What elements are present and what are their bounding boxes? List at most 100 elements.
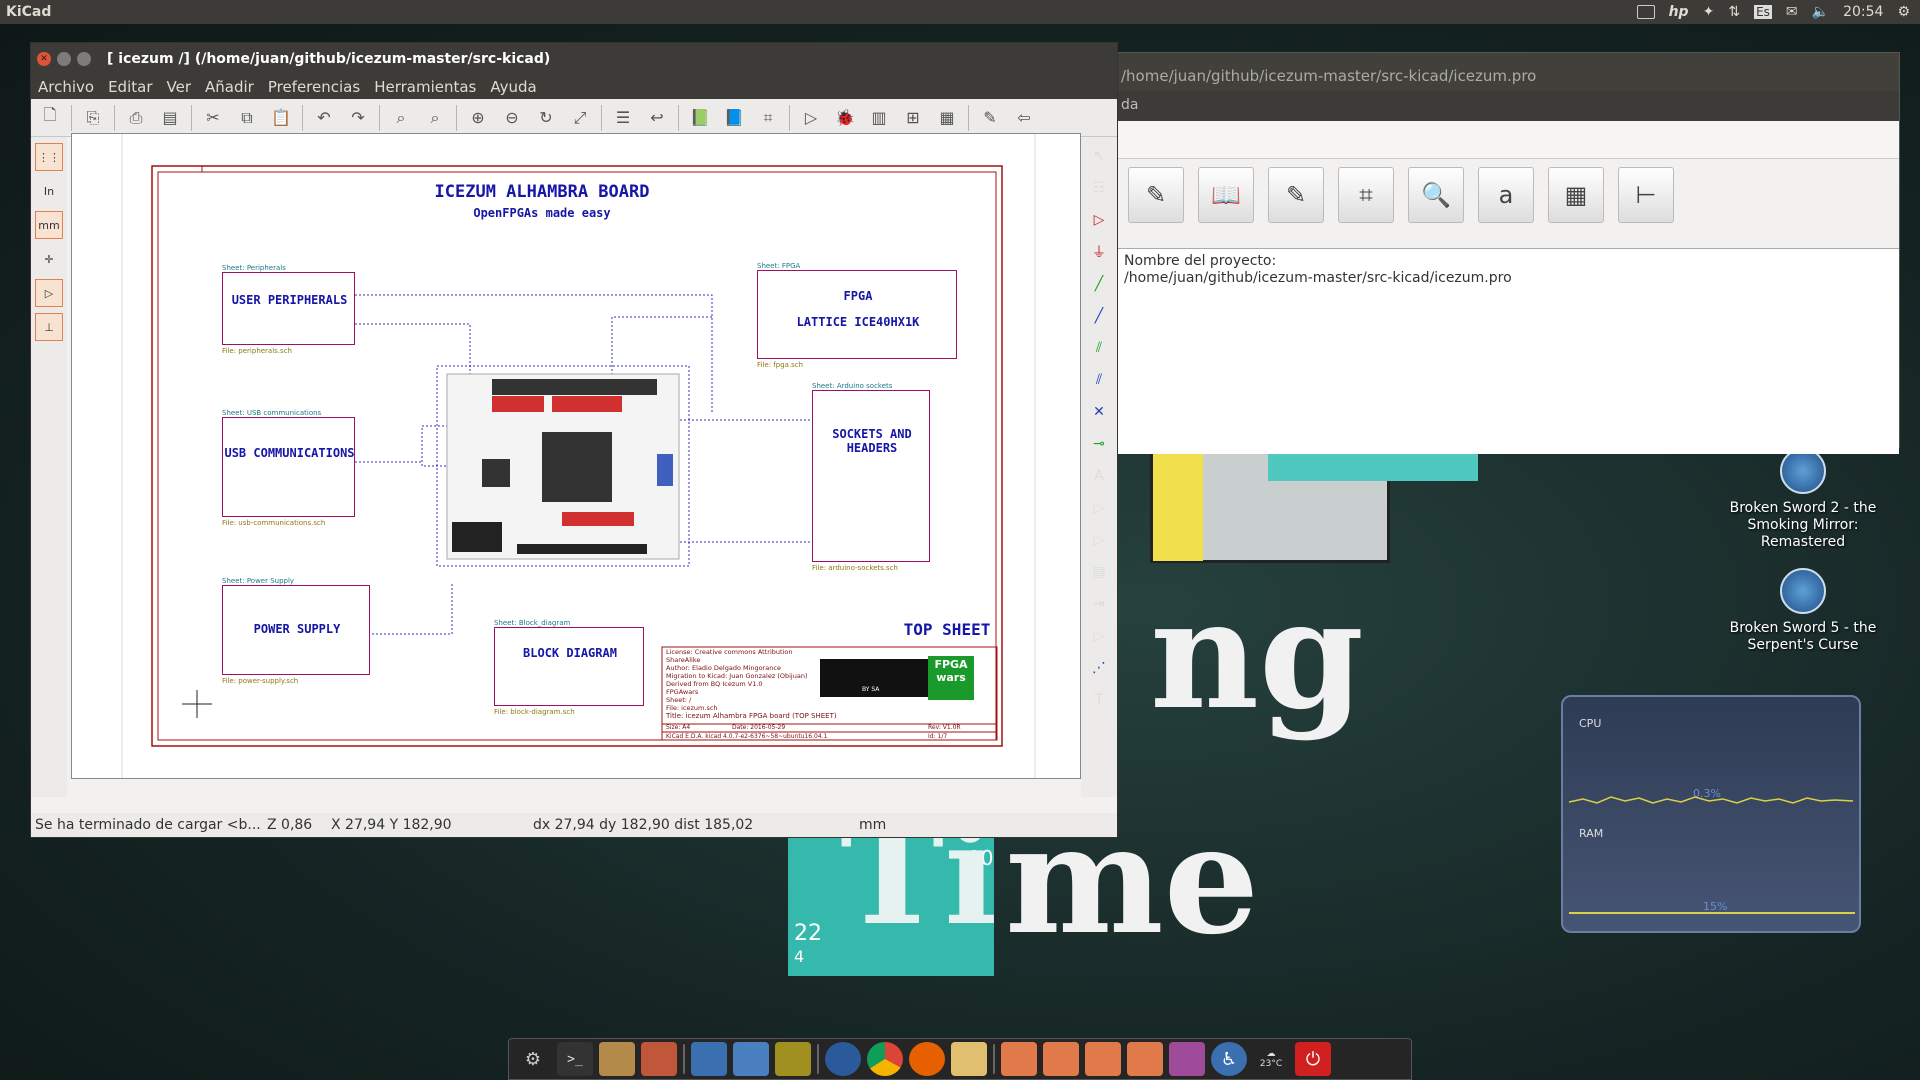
- redo-icon[interactable]: ↷: [345, 105, 371, 131]
- place-power-icon[interactable]: ⏚: [1086, 239, 1112, 265]
- schematic-canvas[interactable]: ICEZUM ALHAMBRA BOARD OpenFPGAs made eas…: [71, 133, 1081, 779]
- erc-icon[interactable]: 🐞: [832, 105, 858, 131]
- back-icon[interactable]: ⇦: [1011, 105, 1037, 131]
- worksheet-editor-icon[interactable]: ⊢: [1618, 167, 1674, 223]
- recent-folder-icon[interactable]: [1085, 1042, 1121, 1076]
- copy-icon[interactable]: ⧉: [234, 105, 260, 131]
- sheet-fpga[interactable]: FPGA LATTICE ICE40HX1K: [757, 270, 957, 359]
- mail-icon[interactable]: ✉: [1786, 4, 1798, 20]
- terminal-icon[interactable]: >_: [557, 1042, 593, 1076]
- chrome-icon[interactable]: [867, 1042, 903, 1076]
- hidden-pins-icon[interactable]: ▷: [35, 279, 63, 307]
- pcbnew-icon[interactable]: ⌗: [755, 105, 781, 131]
- sheet-block-diagram[interactable]: BLOCK DIAGRAM: [494, 627, 644, 706]
- hierarchy-nav-icon[interactable]: ☷: [1086, 175, 1112, 201]
- gerber-viewer-icon[interactable]: 🔍: [1408, 167, 1464, 223]
- hier-sheet-icon[interactable]: ▤: [1086, 559, 1112, 585]
- junction-icon[interactable]: ⊸: [1086, 431, 1112, 457]
- keyboard-layout[interactable]: Es: [1754, 5, 1772, 19]
- videos-folder-icon[interactable]: [1169, 1042, 1205, 1076]
- calculator-icon[interactable]: ▦: [1548, 167, 1604, 223]
- network-icon[interactable]: ⇅: [1728, 4, 1740, 20]
- maximize-button[interactable]: [77, 52, 91, 66]
- bus-bus-entry-icon[interactable]: ⫽: [1086, 367, 1112, 393]
- zoom-out-icon[interactable]: ⊖: [499, 105, 525, 131]
- screenshot-icon[interactable]: [691, 1042, 727, 1076]
- accessibility-icon[interactable]: ♿: [1211, 1042, 1247, 1076]
- menu-ver[interactable]: Ver: [160, 78, 199, 96]
- menu-anadir[interactable]: Añadir: [198, 78, 261, 96]
- bom-icon[interactable]: ▦: [934, 105, 960, 131]
- window-titlebar[interactable]: ✕ [ icezum /] (/home/juan/github/icezum-…: [31, 43, 1117, 75]
- package-icon[interactable]: [599, 1042, 635, 1076]
- sheet-usb-communications[interactable]: USB COMMUNICATIONS: [222, 417, 355, 517]
- clock[interactable]: 20:54: [1843, 4, 1883, 20]
- select-arrow-icon[interactable]: ↖: [1086, 143, 1112, 169]
- bitmap-converter-icon[interactable]: a: [1478, 167, 1534, 223]
- minimize-button[interactable]: [57, 52, 71, 66]
- symbol-library-icon[interactable]: 📖: [1198, 167, 1254, 223]
- import-pin-icon[interactable]: ⇥: [1086, 591, 1112, 617]
- sheet-sockets-headers[interactable]: SOCKETS AND HEADERS: [812, 390, 930, 562]
- menu-archivo[interactable]: Archivo: [31, 78, 101, 96]
- units-inch-icon[interactable]: In: [35, 177, 63, 205]
- zoom-in-icon[interactable]: ⊕: [465, 105, 491, 131]
- project-window-menu[interactable]: da: [1116, 91, 1899, 121]
- page-settings-icon[interactable]: ⎘: [80, 105, 106, 131]
- footprint-assign-icon[interactable]: ▥: [866, 105, 892, 131]
- desktop-icon-broken-sword-2[interactable]: Broken Sword 2 - the Smoking Mirror: Rem…: [1728, 448, 1878, 551]
- text-tool-icon[interactable]: T: [1086, 687, 1112, 713]
- cursor-shape-icon[interactable]: ✛: [35, 245, 63, 273]
- pcb-editor-icon[interactable]: ⌗: [1338, 167, 1394, 223]
- desktop-icon-broken-sword-5[interactable]: Broken Sword 5 - the Serpent's Curse: [1728, 568, 1878, 654]
- hier-label-icon[interactable]: ▷: [1086, 527, 1112, 553]
- leave-sheet-icon[interactable]: ↩: [644, 105, 670, 131]
- volume-icon[interactable]: 🔈: [1812, 4, 1829, 20]
- redraw-icon[interactable]: ↻: [533, 105, 559, 131]
- documents-folder-icon[interactable]: [1043, 1042, 1079, 1076]
- wire-bus-entry-icon[interactable]: ⫽: [1086, 335, 1112, 361]
- weather-icon[interactable]: ☁ 23°C: [1253, 1042, 1289, 1076]
- wallpaper-icon[interactable]: [775, 1042, 811, 1076]
- graphic-line-icon[interactable]: ⋰: [1086, 655, 1112, 681]
- undo-icon[interactable]: ↶: [311, 105, 337, 131]
- wire-angle-icon[interactable]: ⊥: [35, 313, 63, 341]
- hp-icon[interactable]: hp: [1669, 4, 1689, 20]
- global-label-icon[interactable]: ▷: [1086, 495, 1112, 521]
- hierarchy-icon[interactable]: ☰: [610, 105, 636, 131]
- cut-icon[interactable]: ✂: [200, 105, 226, 131]
- menu-editar[interactable]: Editar: [101, 78, 159, 96]
- kicad-project-manager-window[interactable]: /home/juan/github/icezum-master/src-kica…: [1115, 52, 1900, 454]
- sheet-pin-icon[interactable]: ▷: [1086, 623, 1112, 649]
- find-icon[interactable]: ⌕: [388, 105, 414, 131]
- sheet-user-peripherals[interactable]: USER PERIPHERALS: [222, 272, 355, 345]
- grid-toggle-icon[interactable]: ⋮⋮: [35, 143, 63, 171]
- place-wire-icon[interactable]: ╱: [1086, 271, 1112, 297]
- menu-preferencias[interactable]: Preferencias: [261, 78, 367, 96]
- power-icon[interactable]: ⏻: [1295, 1042, 1331, 1076]
- footprint-assign-icon[interactable]: ✎: [1268, 167, 1324, 223]
- settings-gear-icon[interactable]: ⚙: [1897, 4, 1910, 20]
- netlist-icon[interactable]: ⊞: [900, 105, 926, 131]
- home-folder-icon[interactable]: [1001, 1042, 1037, 1076]
- firefox-icon[interactable]: [909, 1042, 945, 1076]
- library-browser-icon[interactable]: 📘: [721, 105, 747, 131]
- battery-icon[interactable]: [1636, 5, 1655, 19]
- plot-icon[interactable]: ▤: [157, 105, 183, 131]
- print-icon[interactable]: ⎙: [123, 105, 149, 131]
- zoom-fit-icon[interactable]: ⤢: [567, 105, 593, 131]
- annotate-icon[interactable]: ▷: [798, 105, 824, 131]
- no-connect-icon[interactable]: ✕: [1086, 399, 1112, 425]
- menu-ayuda[interactable]: Ayuda: [483, 78, 543, 96]
- sheet-power-supply[interactable]: POWER SUPPLY: [222, 585, 370, 675]
- paste-icon[interactable]: 📋: [268, 105, 294, 131]
- menu-herramientas[interactable]: Herramientas: [367, 78, 483, 96]
- library-editor-icon[interactable]: 📗: [687, 105, 713, 131]
- net-label-icon[interactable]: A: [1086, 463, 1112, 489]
- schematic-editor-icon[interactable]: ✎: [1128, 167, 1184, 223]
- project-window-title[interactable]: /home/juan/github/icezum-master/src-kica…: [1116, 53, 1899, 91]
- image-viewer-icon[interactable]: [733, 1042, 769, 1076]
- thunderbird-icon[interactable]: [825, 1042, 861, 1076]
- downloads-folder-icon[interactable]: [1127, 1042, 1163, 1076]
- close-button[interactable]: ✕: [37, 52, 51, 66]
